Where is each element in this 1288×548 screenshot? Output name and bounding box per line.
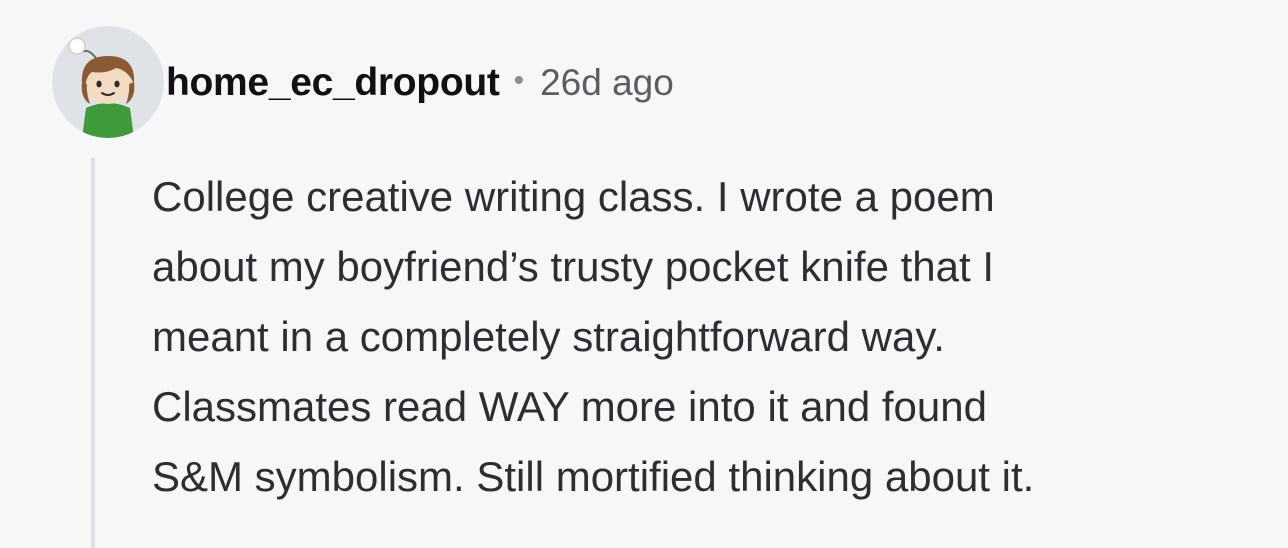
comment-body-line: Classmates read WAY more into it and fou…: [152, 383, 987, 430]
comment: home_ec_dropout • 26d ago College creati…: [0, 0, 1288, 548]
comment-body-line: meant in a completely straightforward wa…: [152, 313, 945, 360]
comment-timestamp[interactable]: 26d ago: [540, 62, 674, 104]
username-link[interactable]: home_ec_dropout: [166, 61, 500, 105]
thread-line[interactable]: [91, 158, 95, 548]
snoo-avatar-icon[interactable]: [52, 26, 164, 138]
comment-meta: home_ec_dropout • 26d ago: [166, 60, 674, 106]
comment-body-line: about my boyfriend’s trusty pocket knife…: [152, 243, 994, 290]
comment-body-line: College creative writing class. I wrote …: [152, 173, 995, 220]
comment-body: College creative writing class. I wrote …: [152, 162, 1272, 512]
meta-separator: •: [513, 64, 525, 97]
comment-body-line: S&M symbolism. Still mortified thinking …: [152, 453, 1035, 500]
